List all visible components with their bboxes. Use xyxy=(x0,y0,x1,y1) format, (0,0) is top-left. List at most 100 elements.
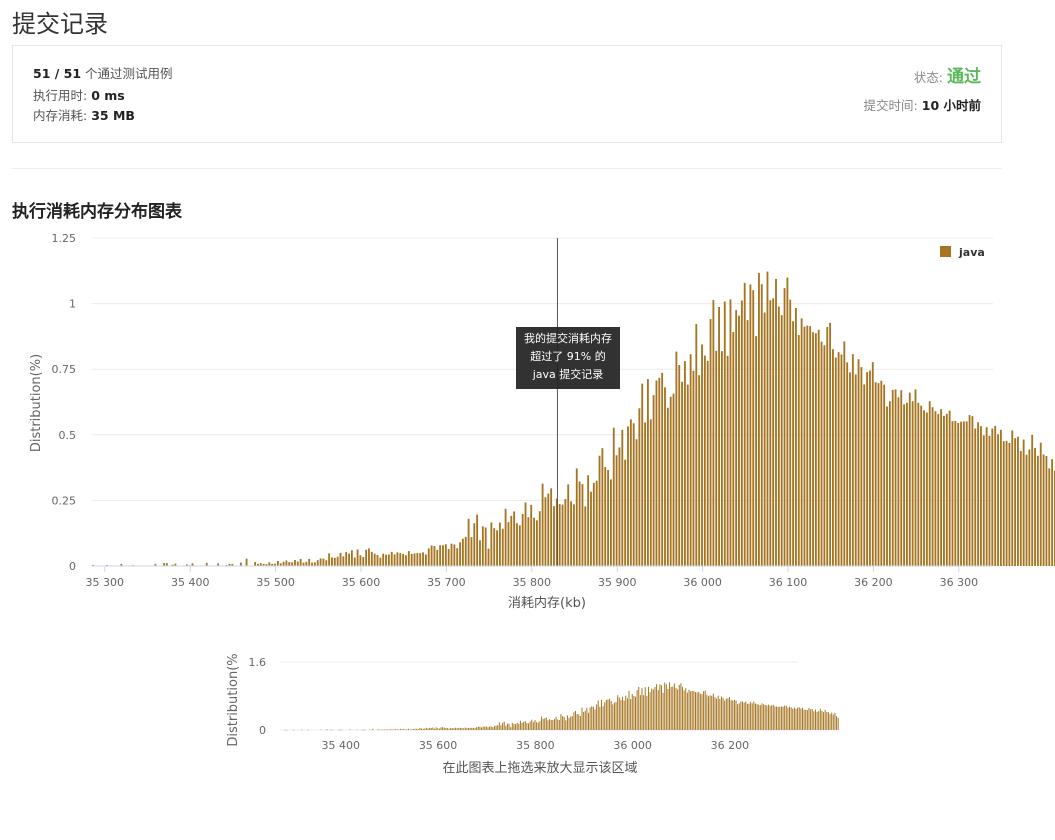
bar[interactable] xyxy=(646,379,649,566)
bar[interactable] xyxy=(305,561,308,566)
bar[interactable] xyxy=(484,527,487,566)
bar[interactable] xyxy=(356,549,359,566)
bar[interactable] xyxy=(370,551,373,566)
bar[interactable] xyxy=(763,312,766,566)
bar[interactable] xyxy=(874,382,877,566)
bar[interactable] xyxy=(906,402,908,566)
bar[interactable] xyxy=(729,299,732,566)
bar[interactable] xyxy=(595,480,598,566)
bar[interactable] xyxy=(840,354,843,566)
bar[interactable] xyxy=(1008,442,1011,566)
bar[interactable] xyxy=(416,552,419,566)
bar[interactable] xyxy=(325,560,328,566)
bar[interactable] xyxy=(886,406,888,566)
bar[interactable] xyxy=(829,322,832,566)
bar[interactable] xyxy=(826,326,829,566)
bar[interactable] xyxy=(749,284,752,566)
bar[interactable] xyxy=(553,506,555,566)
bar[interactable] xyxy=(962,421,965,566)
bar[interactable] xyxy=(1005,440,1008,566)
bar[interactable] xyxy=(453,544,456,566)
bar[interactable] xyxy=(444,544,447,566)
bar[interactable] xyxy=(834,357,837,566)
bar[interactable] xyxy=(894,389,897,566)
bar[interactable] xyxy=(948,410,951,566)
bar[interactable] xyxy=(615,455,618,566)
bar[interactable] xyxy=(985,427,988,566)
bar[interactable] xyxy=(410,553,413,566)
bar[interactable] xyxy=(331,557,333,566)
bar[interactable] xyxy=(797,335,800,566)
bar[interactable] xyxy=(476,514,479,566)
bar[interactable] xyxy=(632,423,635,566)
bar[interactable] xyxy=(795,308,797,566)
bar[interactable] xyxy=(803,326,806,566)
bar[interactable] xyxy=(239,562,242,566)
bar[interactable] xyxy=(997,434,999,566)
bar[interactable] xyxy=(988,435,991,566)
bar[interactable] xyxy=(521,514,524,566)
bar[interactable] xyxy=(706,360,709,566)
bar[interactable] xyxy=(994,425,997,566)
bar[interactable] xyxy=(319,558,322,566)
bar[interactable] xyxy=(481,526,484,566)
bar[interactable] xyxy=(1048,468,1051,566)
bar[interactable] xyxy=(960,421,962,566)
status-value[interactable]: 通过 xyxy=(947,67,981,87)
bar[interactable] xyxy=(538,511,541,566)
bar[interactable] xyxy=(504,508,507,566)
bar[interactable] xyxy=(928,401,931,566)
bar[interactable] xyxy=(604,467,607,566)
bar[interactable] xyxy=(564,499,567,566)
bar[interactable] xyxy=(513,511,516,566)
bar[interactable] xyxy=(1034,447,1036,566)
bar[interactable] xyxy=(544,497,547,566)
bar[interactable] xyxy=(396,552,399,566)
bar[interactable] xyxy=(419,553,422,566)
bar[interactable] xyxy=(777,306,780,566)
bar[interactable] xyxy=(758,272,760,566)
bar[interactable] xyxy=(823,345,826,566)
bar[interactable] xyxy=(1042,454,1045,566)
bar[interactable] xyxy=(783,288,786,566)
bar[interactable] xyxy=(701,344,703,566)
bar[interactable] xyxy=(817,329,820,566)
bar[interactable] xyxy=(883,384,886,566)
bar[interactable] xyxy=(854,374,857,566)
bar[interactable] xyxy=(442,545,444,566)
bar[interactable] xyxy=(703,355,706,566)
bar[interactable] xyxy=(772,298,775,566)
bar[interactable] xyxy=(276,561,279,566)
bar[interactable] xyxy=(510,515,513,566)
bar[interactable] xyxy=(652,395,655,566)
bar[interactable] xyxy=(920,405,923,566)
bar[interactable] xyxy=(612,427,615,566)
bar[interactable] xyxy=(726,355,729,566)
bar[interactable] xyxy=(587,475,590,566)
bar[interactable] xyxy=(629,419,632,566)
bar[interactable] xyxy=(1011,430,1014,566)
bar[interactable] xyxy=(789,299,792,566)
bar[interactable] xyxy=(572,504,575,566)
bar[interactable] xyxy=(991,428,994,566)
bar[interactable] xyxy=(809,326,812,566)
bar[interactable] xyxy=(982,435,985,566)
bar[interactable] xyxy=(430,545,433,566)
bar[interactable] xyxy=(1014,438,1017,566)
bar[interactable] xyxy=(578,481,581,566)
bar[interactable] xyxy=(530,504,533,566)
bar[interactable] xyxy=(723,301,726,566)
bar[interactable] xyxy=(461,538,464,566)
bar[interactable] xyxy=(769,300,772,566)
bar[interactable] xyxy=(447,548,450,566)
bar[interactable] xyxy=(692,370,695,566)
bar[interactable] xyxy=(965,421,968,566)
bar[interactable] xyxy=(903,404,906,566)
bar[interactable] xyxy=(914,389,917,566)
bar[interactable] xyxy=(359,555,362,566)
bar[interactable] xyxy=(365,549,368,566)
bar[interactable] xyxy=(1036,455,1039,566)
bar[interactable] xyxy=(598,455,601,566)
bar[interactable] xyxy=(1039,442,1042,566)
bar[interactable] xyxy=(507,522,510,566)
